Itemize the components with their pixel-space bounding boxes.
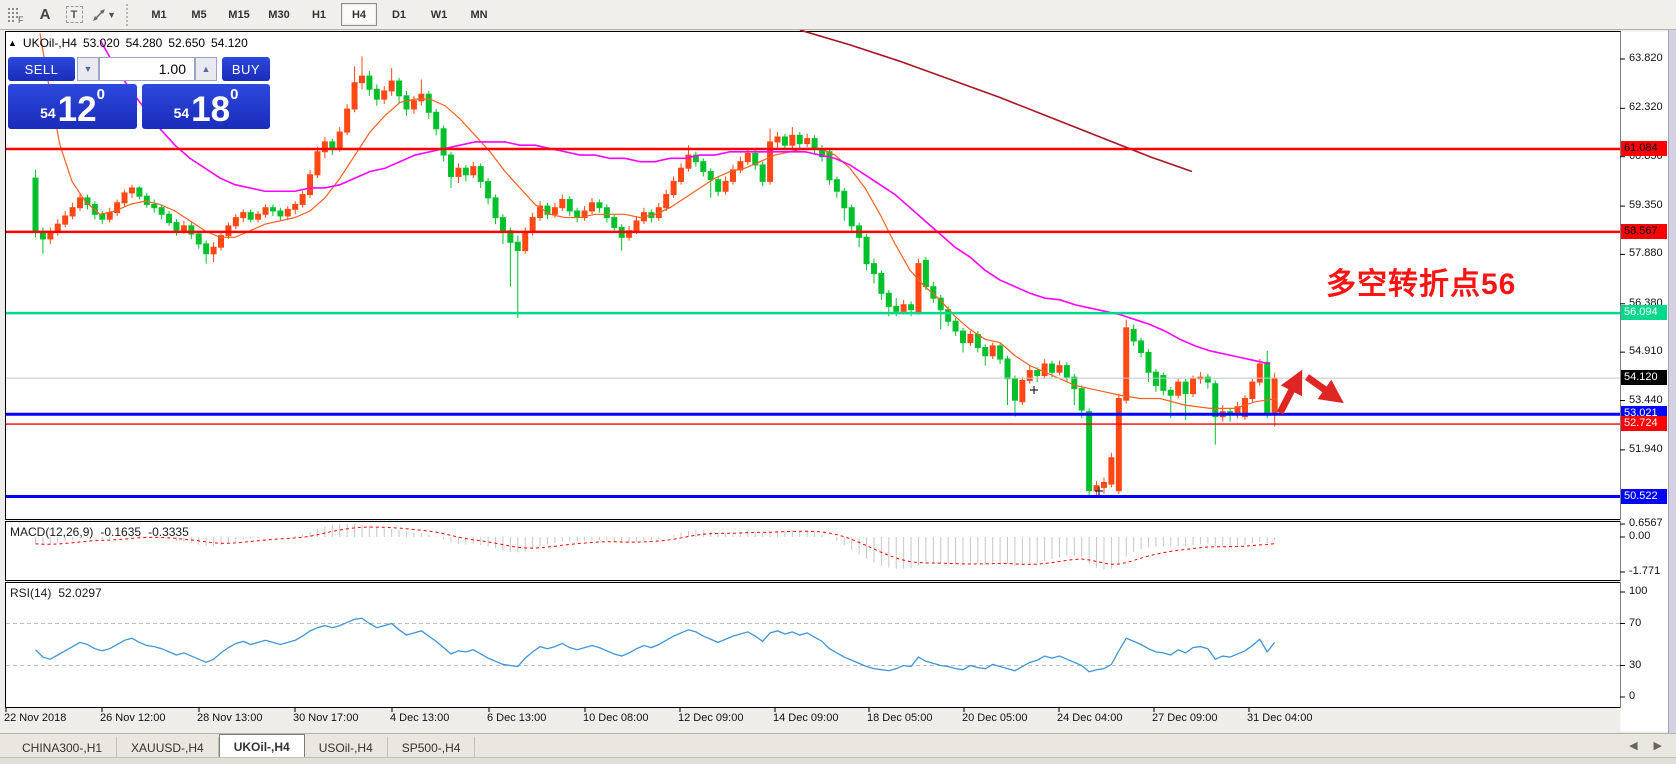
buy-button[interactable]: BUY xyxy=(222,57,270,81)
timeline-label: 26 Nov 12:00 xyxy=(100,712,166,724)
grid-f-icon[interactable]: F xyxy=(3,4,29,26)
chevron-down-icon: ▼ xyxy=(107,9,116,20)
macd-value-signal: -0.3335 xyxy=(148,525,189,539)
ohlc-high: 54.280 xyxy=(125,36,163,50)
ohlc-open: 53.020 xyxy=(82,36,120,50)
timeframe-button-w1[interactable]: W1 xyxy=(421,3,457,26)
rsi-label: RSI(14) 52.0297 xyxy=(10,586,102,600)
rsi-scale-tick: 100 xyxy=(1629,585,1648,597)
rsi-scale-tick: 70 xyxy=(1629,616,1642,629)
timeline-label: 28 Nov 13:00 xyxy=(197,712,263,724)
macd-scale-tick: -1.771 xyxy=(1629,564,1661,577)
buy-price-big: 18 xyxy=(191,90,231,129)
timeline-label: 6 Dec 13:00 xyxy=(487,712,547,724)
rsi-name: RSI(14) xyxy=(10,586,52,600)
buy-price-button[interactable]: 54 18 0 xyxy=(142,84,270,129)
timeline-label: 4 Dec 13:00 xyxy=(390,712,450,724)
volume-input[interactable] xyxy=(99,57,195,81)
toolbar-separator xyxy=(126,3,133,26)
symbol-header: ▲ UKOil-,H4 53.020 54.280 52.650 54.120 xyxy=(8,36,248,50)
tab-scroll-buttons: ◀ ▶ xyxy=(1629,739,1662,752)
chart-tab-sp500-h4[interactable]: SP500-,H4 xyxy=(388,737,476,758)
macd-name: MACD(12,26,9) xyxy=(10,525,94,539)
sell-price-small: 54 xyxy=(40,105,56,121)
price-tick: 63.820 xyxy=(1629,52,1663,64)
timeline-label: 31 Dec 04:00 xyxy=(1247,712,1313,724)
tab-bar: CHINA300-,H1 XAUUSD-,H4 UKOil-,H4 USOil-,H4… xyxy=(0,733,1676,758)
sell-price-button[interactable]: 54 12 0 xyxy=(8,84,137,129)
text-tool-icon[interactable]: A xyxy=(32,4,58,26)
ohlc-close: 54.120 xyxy=(211,36,248,50)
timeline-label: 27 Dec 09:00 xyxy=(1152,712,1218,724)
sell-price-big: 12 xyxy=(57,90,97,129)
label-tool-icon[interactable]: T xyxy=(61,4,87,26)
sell-button[interactable]: SELL xyxy=(8,57,75,81)
macd-scale-tick: 0.00 xyxy=(1629,530,1651,542)
ohlc-low: 52.650 xyxy=(168,36,206,50)
timeframe-button-m1[interactable]: M1 xyxy=(141,3,177,26)
chart-annotation-text[interactable]: 多空转折点56 xyxy=(1326,259,1516,303)
price-line-label: 56.094 xyxy=(1621,305,1667,321)
price-tick: 54.910 xyxy=(1629,345,1663,358)
chart-tab-usoil-h4[interactable]: USOil-,H4 xyxy=(305,737,388,758)
buy-price-sup: 0 xyxy=(230,86,239,103)
timeline-label: 24 Dec 04:00 xyxy=(1057,712,1123,724)
chart-tab-china300-h1[interactable]: CHINA300-,H1 xyxy=(8,737,118,758)
price-tick: 62.320 xyxy=(1629,101,1663,114)
sell-price-sup: 0 xyxy=(96,86,105,103)
timeframe-button-mn[interactable]: MN xyxy=(461,3,497,26)
price-tick: 59.350 xyxy=(1629,199,1663,212)
price-tick: 53.440 xyxy=(1629,393,1663,406)
window-right-border xyxy=(1668,30,1676,757)
price-tick: 51.940 xyxy=(1629,442,1663,455)
one-click-trade-panel: SELL ▼ ▲ BUY 54 12 0 54 18 0 xyxy=(8,55,270,129)
timeframe-button-m5[interactable]: M5 xyxy=(181,3,217,26)
cursor-arrows-icon[interactable]: ▼ xyxy=(90,4,116,26)
volume-decrease-button[interactable]: ▼ xyxy=(77,57,99,81)
price-line-label: 58.567 xyxy=(1621,223,1667,239)
timeframe-button-d1[interactable]: D1 xyxy=(381,3,417,26)
timeline-label: 10 Dec 08:00 xyxy=(583,712,649,724)
status-bar xyxy=(0,757,1676,764)
price-tick: 57.880 xyxy=(1629,247,1663,260)
price-line-label: 61.084 xyxy=(1621,141,1667,156)
timeframe-button-h1[interactable]: H1 xyxy=(301,3,337,26)
chart-tab-ukoil-h4[interactable]: UKOil-,H4 xyxy=(218,734,305,758)
timeframe-button-h4[interactable]: H4 xyxy=(341,3,377,26)
timeline-label: 18 Dec 05:00 xyxy=(867,712,933,724)
timeline-label: 14 Dec 09:00 xyxy=(773,712,839,724)
buy-price-small: 54 xyxy=(173,105,190,121)
price-line-label: 54.120 xyxy=(1621,370,1667,386)
timeline-label: 12 Dec 09:00 xyxy=(678,712,744,724)
macd-scale-tick: 0.6567 xyxy=(1629,517,1663,530)
volume-increase-button[interactable]: ▲ xyxy=(195,57,217,81)
macd-value-main: -0.1635 xyxy=(100,525,142,539)
macd-label: MACD(12,26,9) -0.1635 -0.3335 xyxy=(10,525,189,539)
price-line-label: 52.724 xyxy=(1621,416,1667,432)
chart-tab-xauusd-h4[interactable]: XAUUSD-,H4 xyxy=(117,737,219,758)
tab-scroll-right-icon[interactable]: ▶ xyxy=(1654,739,1662,752)
timeline-label: 30 Nov 17:00 xyxy=(293,712,359,724)
symbol-name: UKOil-,H4 xyxy=(22,36,77,50)
timeline-label: 22 Nov 2018 xyxy=(4,712,67,724)
timeframe-button-m30[interactable]: M30 xyxy=(261,3,297,26)
toolbar: F A T ▼ M1 M5 M15 M30 H1 H4 D1 W1 MN xyxy=(0,0,1676,30)
rsi-value: 52.0297 xyxy=(58,586,102,600)
collapse-triangle-icon[interactable]: ▲ xyxy=(8,38,17,48)
price-line-label: 50.522 xyxy=(1621,488,1667,504)
mt4-window: F A T ▼ M1 M5 M15 M30 H1 H4 D1 W1 MN ▲ UKOil-,H4… xyxy=(0,0,1676,764)
svg-text:F: F xyxy=(18,15,24,24)
timeframe-button-m15[interactable]: M15 xyxy=(221,3,257,26)
rsi-scale-tick: 0 xyxy=(1629,690,1636,702)
rsi-scale-tick: 30 xyxy=(1629,658,1642,671)
timeframe-buttons: M1 M5 M15 M30 H1 H4 D1 W1 MN xyxy=(139,3,499,26)
tab-scroll-left-icon[interactable]: ◀ xyxy=(1629,739,1637,752)
timeline-label: 20 Dec 05:00 xyxy=(962,712,1028,724)
